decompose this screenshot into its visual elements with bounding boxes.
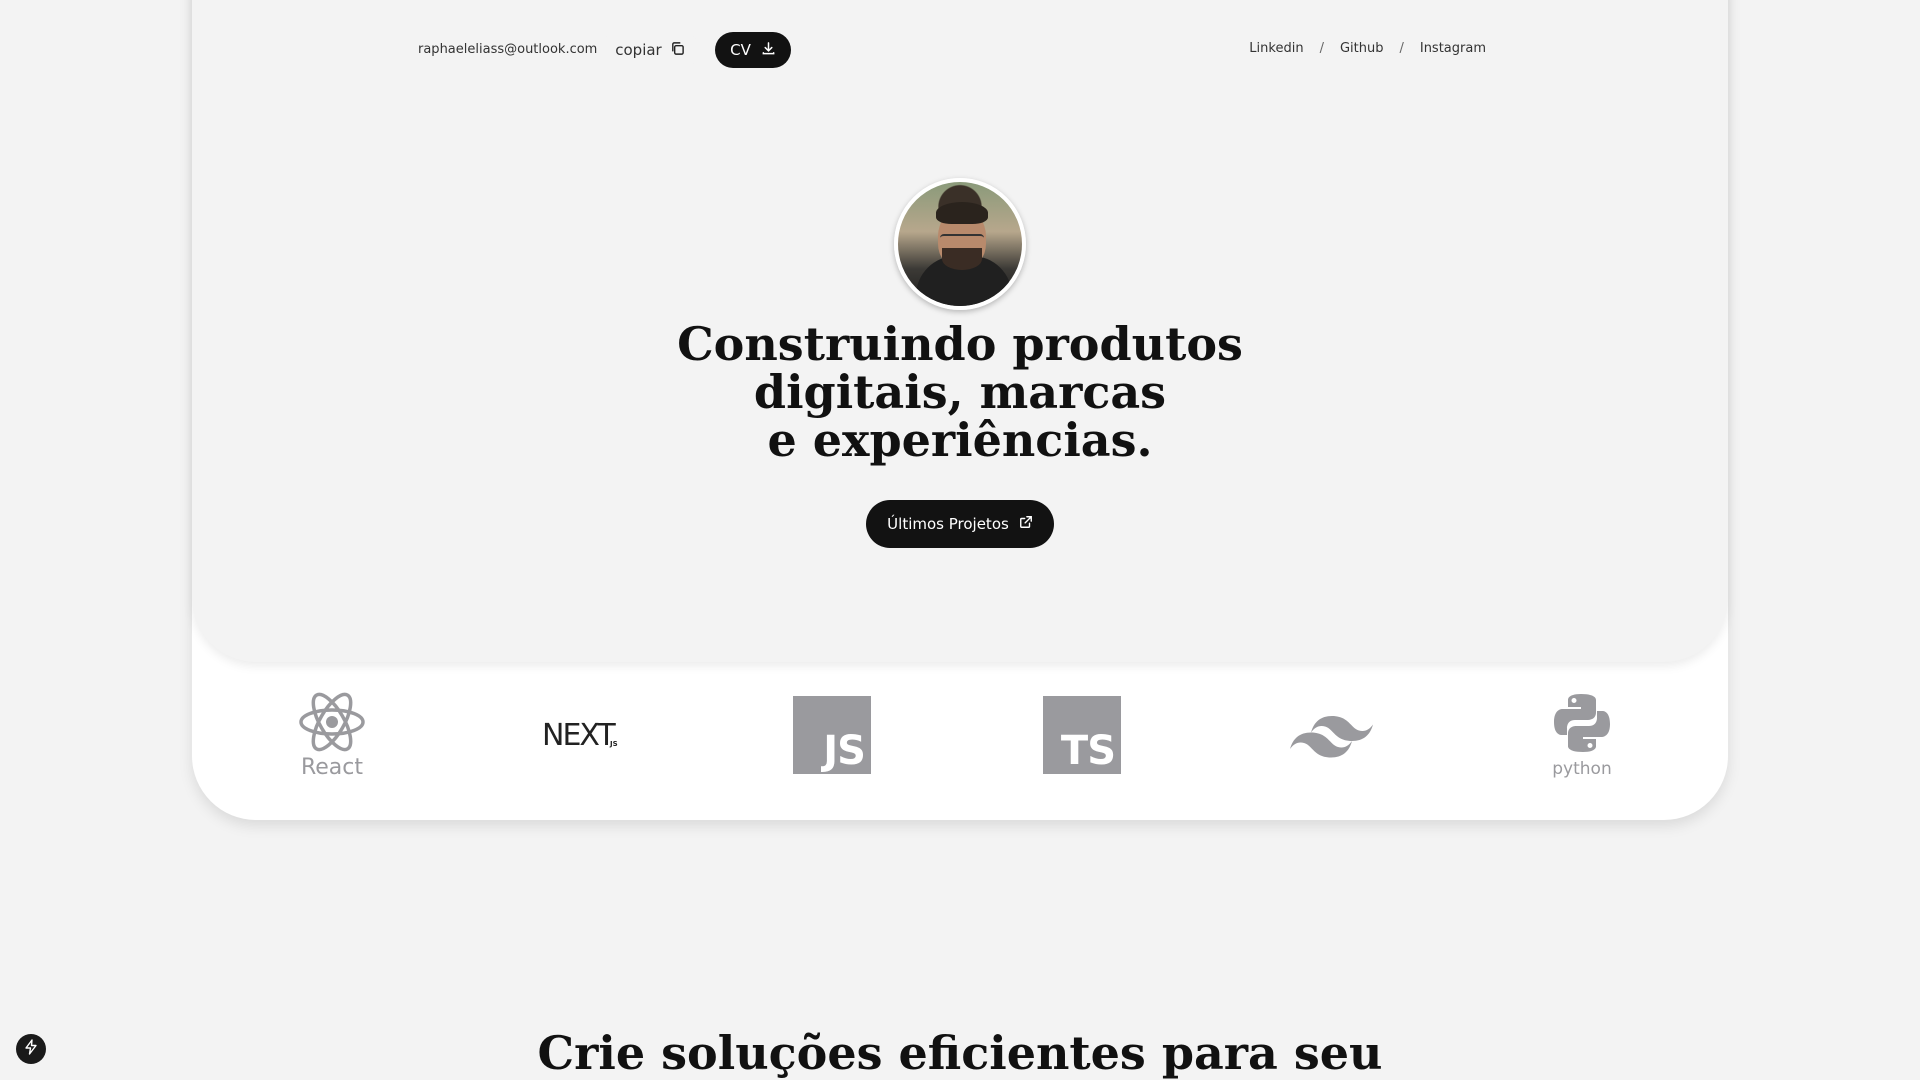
download-cv-button[interactable]: CV <box>715 32 791 68</box>
nextjs-sublabel: JS <box>609 740 618 748</box>
nextjs-icon: NEXT JS <box>532 690 632 780</box>
copy-label: copiar <box>615 41 662 59</box>
headline-line: digitais, marcas <box>753 365 1167 419</box>
linkedin-link[interactable]: Linkedin <box>1249 41 1303 56</box>
nextjs-label: NEXT <box>542 718 616 753</box>
copy-icon <box>670 41 685 60</box>
projects-label: Últimos Projetos <box>887 515 1009 533</box>
top-bar: raphaeleliass@outlook.com copiar CV Link… <box>0 0 1920 100</box>
download-icon <box>761 41 776 60</box>
headline-line: e experiências. <box>767 413 1153 467</box>
github-link[interactable]: Github <box>1340 41 1384 56</box>
profile-avatar <box>894 178 1026 310</box>
latest-projects-button[interactable]: Últimos Projetos <box>866 500 1054 548</box>
react-label: React <box>301 755 363 780</box>
cv-label: CV <box>730 41 751 59</box>
external-link-icon <box>1019 515 1033 533</box>
social-links: Linkedin / Github / Instagram <box>1249 41 1486 56</box>
separator: / <box>1399 41 1404 56</box>
python-icon: python <box>1532 690 1632 780</box>
instagram-link[interactable]: Instagram <box>1420 41 1486 56</box>
copy-email-button[interactable]: copiar <box>600 32 700 68</box>
react-icon: React <box>282 690 382 780</box>
lightning-icon <box>24 1039 38 1059</box>
section-title: Crie soluções eficientes para seu <box>537 1026 1383 1080</box>
ts-label: TS <box>1060 728 1116 774</box>
typescript-icon: TS <box>1032 690 1132 780</box>
javascript-icon: JS <box>782 690 882 780</box>
tech-stack-strip: React NEXT JS JS TS python <box>192 690 1728 780</box>
email-text: raphaeleliass@outlook.com <box>418 42 598 57</box>
separator: / <box>1319 41 1324 56</box>
headline-line: Construindo produtos <box>677 317 1243 371</box>
js-label: JS <box>823 728 866 774</box>
python-label: python <box>1552 759 1611 779</box>
tailwind-icon <box>1282 690 1382 780</box>
dev-tools-button[interactable] <box>16 1034 46 1064</box>
hero-headline: Construindo produtos digitais, marcas e … <box>0 320 1920 464</box>
